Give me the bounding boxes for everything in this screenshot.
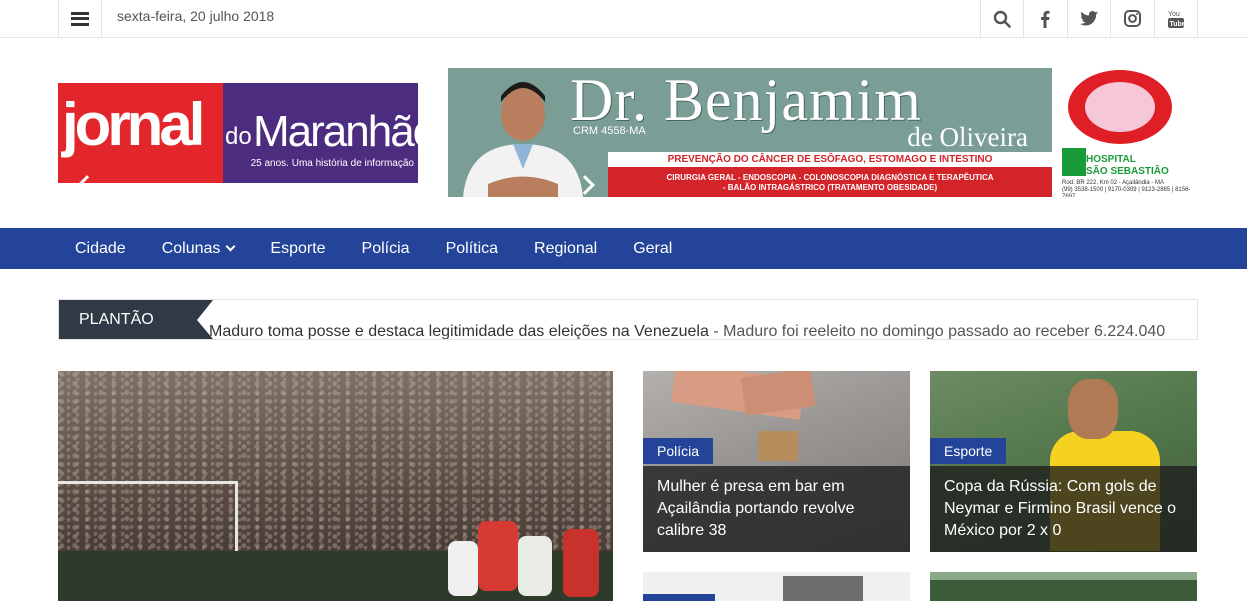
news-card-title[interactable]: Copa da Rússia: Com gols de Neymar e Fir… (930, 466, 1197, 552)
nav-item-politica[interactable]: Política (428, 228, 516, 269)
bullets-image (758, 431, 798, 461)
search-icon (993, 10, 1011, 28)
twitter-icon (1079, 11, 1098, 26)
hospital-emblem (1068, 70, 1172, 144)
money-image (740, 371, 816, 416)
logo-word-maranhao: Maranhão (253, 107, 437, 156)
nav-item-colunas[interactable]: Colunas (144, 228, 253, 269)
card-image (783, 576, 863, 601)
ticker-excerpt: Maduro foi reeleito no domingo passado a… (723, 323, 1166, 339)
ad-crm: CRM 4558-MA (573, 125, 646, 137)
ticker-separator: - (708, 323, 724, 339)
ticker-label: PLANTÃO (59, 300, 213, 339)
player-figure (448, 541, 478, 596)
instagram-link[interactable] (1111, 0, 1155, 37)
player-figure (518, 536, 552, 596)
ticker-headline[interactable]: Maduro toma posse e destaca legitimidade… (209, 323, 709, 339)
nav-item-geral[interactable]: Geral (615, 228, 690, 269)
card-image (930, 572, 1197, 580)
category-badge[interactable]: Polícia (643, 438, 714, 464)
hospital-icon (1062, 148, 1086, 176)
social-links: You Tube (979, 0, 1198, 37)
featured-slider[interactable] (58, 371, 613, 601)
ad-services: CIRURGIA GERAL - ENDOSCOPIA - COLONOSCOP… (608, 173, 1052, 193)
hospital-address: Rod. BR 222, Km 02 - Açailândia - MA (99… (1062, 180, 1191, 197)
ad-doctor-name: Dr. Benjamim (570, 68, 922, 133)
top-bar: sexta-feira, 20 julho 2018 You Tube (0, 0, 1247, 38)
logo-red-block: jornal (58, 83, 223, 183)
ad-banner[interactable]: Dr. Benjamim CRM 4558-MA de Oliveira PRE… (448, 68, 1198, 197)
news-ticker: PLANTÃO Maduro toma posse e destaca legi… (58, 299, 1198, 340)
search-button[interactable] (981, 0, 1024, 37)
nav-item-cidade[interactable]: Cidade (58, 228, 144, 269)
youtube-icon: You Tube (1167, 11, 1184, 28)
news-card[interactable] (643, 572, 910, 601)
logo-word-jornal: jornal (62, 91, 205, 158)
ad-services-line-1: CIRURGIA GERAL - ENDOSCOPIA - COLONOSCOP… (666, 173, 994, 182)
current-date: sexta-feira, 20 julho 2018 (117, 8, 275, 24)
doctor-photo (463, 82, 583, 197)
nav-item-esporte[interactable]: Esporte (252, 228, 343, 269)
main-nav: Cidade Colunas Esporte Polícia Política … (0, 228, 1247, 269)
player-head-image (1068, 379, 1118, 439)
nav-item-policia[interactable]: Polícia (344, 228, 428, 269)
logo-purple-block: do Maranhão 25 anos. Uma história de inf… (223, 83, 437, 183)
menu-button[interactable] (58, 0, 102, 37)
logo-tagline: 25 anos. Uma história de informação (250, 158, 414, 169)
facebook-icon (1041, 10, 1050, 28)
twitter-link[interactable] (1068, 0, 1111, 37)
news-card[interactable]: Polícia Mulher é presa em bar em Açailân… (643, 371, 910, 552)
facebook-link[interactable] (1024, 0, 1068, 37)
ad-headline: PREVENÇÃO DO CÂNCER DE ESÔFAGO, ESTOMAGO… (667, 154, 993, 165)
news-card[interactable]: Esporte Copa da Rússia: Com gols de Neym… (930, 371, 1197, 552)
instagram-icon (1123, 10, 1141, 27)
site-logo[interactable]: jornal do Maranhão 25 anos. Uma história… (58, 83, 437, 183)
hospital-name: HOSPITAL SÃO SEBASTIÃO (1086, 154, 1169, 177)
news-card[interactable] (930, 572, 1197, 601)
category-badge[interactable]: Esporte (930, 438, 1007, 464)
category-badge[interactable] (643, 594, 715, 601)
ad-doctor-surname: de Oliveira (907, 122, 1028, 152)
ad-services-line-2: - BALÃO INTRAGÁSTRICO (TRATAMENTO OBESID… (722, 183, 938, 192)
youtube-link[interactable]: You Tube (1155, 0, 1198, 37)
hamburger-icon (71, 11, 89, 26)
player-figure (563, 529, 599, 597)
player-figure (478, 521, 518, 591)
svg-text:Tube: Tube (1169, 21, 1184, 28)
logo-word-do: do (225, 123, 252, 150)
nav-item-regional[interactable]: Regional (516, 228, 615, 269)
ticker-item[interactable]: Maduro toma posse e destaca legitimidade… (209, 300, 1179, 339)
hospital-logo: HOSPITAL SÃO SEBASTIÃO Rod. BR 222, Km 0… (1056, 68, 1198, 197)
news-card-title[interactable]: Mulher é presa em bar em Açailândia port… (643, 466, 910, 552)
svg-text:You: You (1168, 11, 1180, 18)
chevron-down-icon (225, 241, 236, 252)
